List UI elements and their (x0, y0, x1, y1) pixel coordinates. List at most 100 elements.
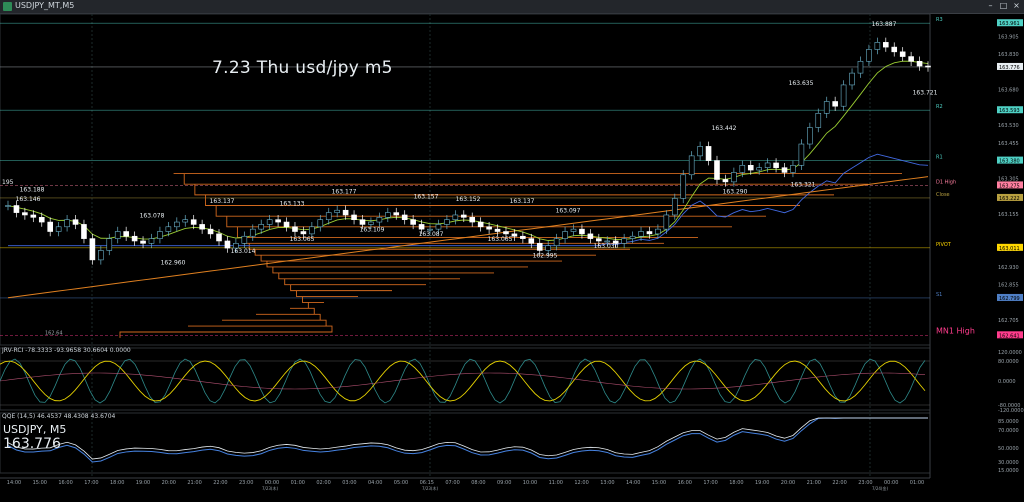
candle-body (722, 179, 729, 183)
price-tick-label: 163.155 (998, 212, 1019, 218)
time-tick-label: 14:00 (626, 480, 640, 486)
level-name: R1 (936, 155, 943, 161)
candle-body (731, 172, 737, 183)
candle-body (165, 226, 172, 232)
candle-body (756, 167, 762, 171)
price-tick-label: 162.930 (998, 265, 1019, 271)
price-chart[interactable]: 163.905 163.830 163.680 163.530 163.455 163.3… (0, 0, 1024, 502)
candle-body (832, 101, 838, 107)
candle-body (916, 60, 923, 67)
candle-body (393, 212, 400, 216)
peak-label: 163.188 (20, 186, 45, 193)
time-tick-label: 01:00 (291, 480, 305, 486)
candle-body (739, 165, 746, 173)
candle-body (325, 212, 332, 220)
trough-label: 162.995 (533, 253, 558, 260)
candle-body (114, 231, 121, 239)
time-tick-label: 22:00 (213, 480, 227, 486)
symbol-label: USDJPY, M5 (3, 423, 67, 436)
candle-body (106, 238, 113, 251)
candle-body (199, 224, 205, 230)
candle-body (671, 198, 678, 216)
candle-body (410, 219, 416, 225)
candle-body (368, 221, 374, 225)
candle-body (401, 214, 408, 220)
candle-body (140, 240, 146, 244)
candle-body (351, 214, 357, 220)
candle-body (5, 205, 11, 207)
level-name: R2 (936, 104, 943, 110)
left-label: 195 (2, 179, 14, 186)
peak-label: 163.442 (712, 125, 737, 132)
price-tick-label: 163.830 (998, 52, 1019, 58)
candle-body (174, 221, 180, 228)
rci-axis-label: 120.0000 (998, 350, 1022, 356)
candle-body (477, 221, 484, 228)
candle-body (435, 224, 442, 230)
time-tick-label: 19:00 (755, 480, 769, 486)
time-tick-label: 20:00 (162, 480, 176, 486)
candle-body (562, 231, 568, 239)
time-tick-label: 19:00 (136, 480, 150, 486)
candle-body (148, 238, 155, 244)
peak-label: 163.146 (16, 196, 41, 203)
candle-body (714, 160, 720, 180)
candle-body (790, 165, 796, 173)
candle-body (275, 219, 281, 223)
trough-label: 162.960 (161, 260, 186, 267)
time-tick-label: 13:00 (600, 480, 614, 486)
candle-body (486, 226, 492, 230)
candle-body (452, 214, 459, 220)
trough-label: 163.065 (290, 236, 315, 243)
time-tick-label: 01:00 (910, 480, 924, 486)
candle-body (528, 238, 535, 244)
price-tick-label: 163.905 (998, 34, 1019, 40)
candle-body (773, 162, 779, 168)
candle-body (342, 209, 349, 216)
chart-annotation: 7.23 Thu usd/jpy m5 (212, 58, 393, 78)
candle-body (309, 226, 315, 235)
time-tick-label: 17:00 (84, 480, 98, 486)
level-name: S1 (936, 292, 942, 298)
candle-body (663, 214, 670, 230)
candle-body (621, 238, 627, 244)
candle-body (376, 217, 383, 223)
rci-panel (0, 347, 931, 411)
peak-label: 163.290 (723, 189, 748, 196)
current-price-label: 163.776 (999, 65, 1020, 71)
level-name: MN1 High (936, 326, 975, 335)
candle-body (444, 219, 450, 225)
candle-body (47, 221, 54, 232)
level-price-label: 163.380 (999, 159, 1020, 165)
candle-body (815, 113, 822, 128)
candle-body (798, 143, 805, 166)
candle-body (359, 219, 366, 225)
candle-body (123, 231, 129, 237)
candle-body (807, 127, 813, 145)
level-price-label: 163.222 (999, 196, 1020, 202)
time-tick-label: 11:00 (549, 480, 563, 486)
time-tick-label: 18:00 (110, 480, 124, 486)
candle-body (72, 219, 79, 225)
candle-body (190, 219, 197, 225)
candle-body (596, 238, 602, 242)
candle-body (520, 235, 526, 239)
trough-label: 163.030 (594, 243, 619, 250)
candle-body (747, 165, 754, 171)
candle-body (781, 167, 788, 173)
level-price-label: 163.275 (999, 183, 1020, 189)
candle-body (469, 217, 476, 223)
level-price-label: 162.641 (999, 333, 1020, 339)
rci-caption: JRV-RCI -78.3333 -93.9658 30.6604 0.0000 (2, 347, 131, 354)
candle-body (258, 224, 265, 230)
candle-body (536, 243, 543, 251)
candle-body (249, 228, 256, 237)
time-tick-label: 02:00 (316, 480, 330, 486)
time-tick-label: 21:00 (187, 480, 201, 486)
peak-label: 163.137 (210, 198, 235, 205)
candle-body (22, 212, 28, 216)
candle-body (579, 228, 585, 235)
candle-body (300, 231, 307, 235)
candle-body (385, 212, 391, 218)
peak-label: 163.321 (791, 182, 816, 189)
